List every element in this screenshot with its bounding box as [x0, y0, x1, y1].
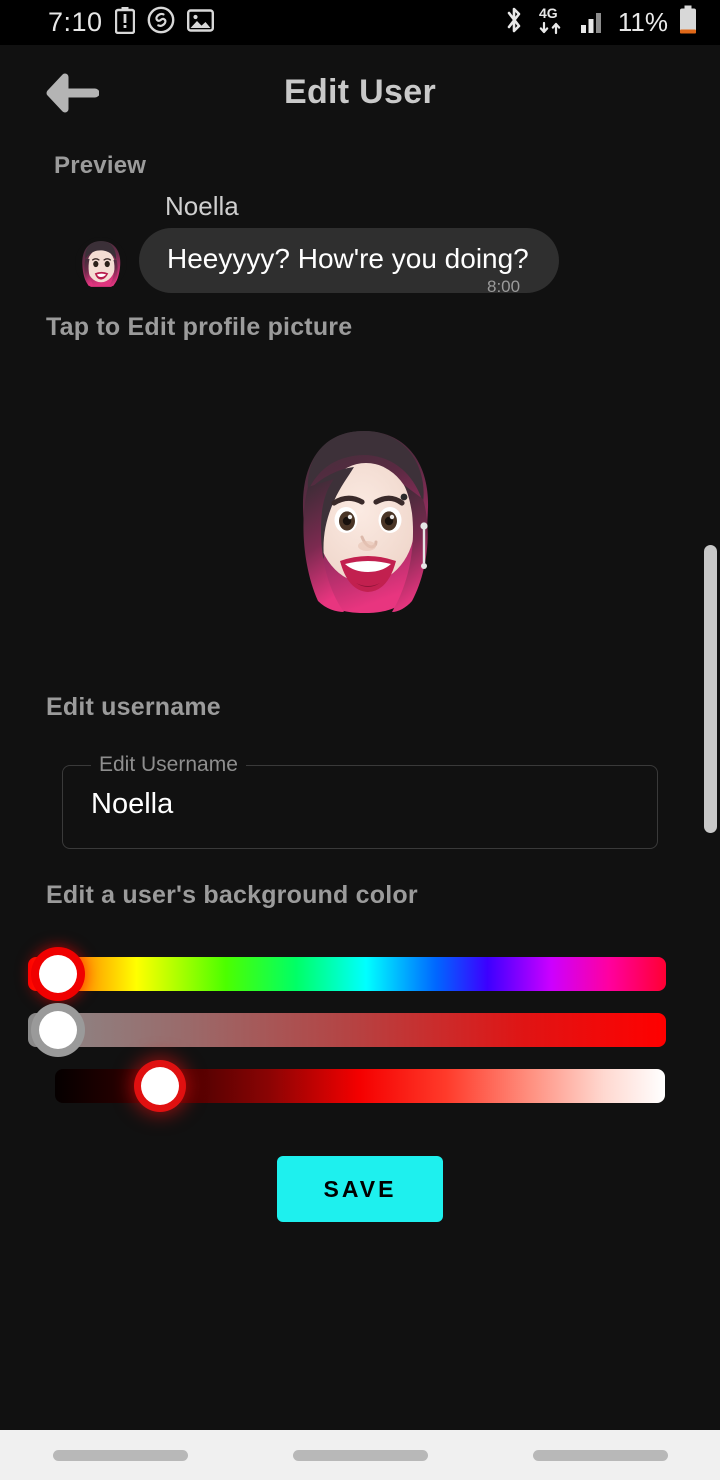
hue-slider-thumb[interactable] [39, 955, 77, 993]
shazam-icon [147, 6, 175, 39]
bluetooth-icon [502, 5, 526, 40]
preview-sender-name: Noella [165, 191, 239, 221]
username-field-value: Noella [91, 788, 174, 820]
edit-profile-picture-label: Tap to Edit profile picture [46, 313, 353, 341]
battery-percent-label: 11% [617, 7, 668, 37]
battery-alert-icon [114, 6, 135, 39]
username-input[interactable]: Edit Username Noella [62, 753, 658, 849]
save-button[interactable]: SAVE [277, 1156, 443, 1222]
svg-text:4G: 4G [539, 5, 558, 21]
preview-message-timestamp: 8:00 [487, 277, 521, 296]
status-bar-clock: 7:10 [48, 7, 103, 37]
vertical-scrollbar[interactable] [704, 545, 717, 833]
status-bar-right: 4G 11% [502, 4, 698, 41]
app-header: Edit User [0, 45, 720, 155]
edit-username-label: Edit username [46, 693, 221, 721]
username-field-label: Edit Username [91, 753, 246, 777]
saturation-slider[interactable] [28, 1011, 666, 1049]
mobile-data-4g-icon: 4G [536, 4, 570, 41]
status-bar: 7:10 4G 11% [0, 0, 720, 45]
lightness-slider-thumb[interactable] [141, 1067, 179, 1105]
battery-icon [678, 5, 698, 40]
avatar [75, 236, 127, 289]
saturation-slider-thumb[interactable] [39, 1011, 77, 1049]
signal-bars-icon [580, 6, 608, 39]
profile-picture-avatar[interactable] [282, 425, 447, 620]
gallery-image-icon [186, 7, 214, 39]
preview-section-label: Preview [54, 152, 147, 179]
system-navigation-bar [0, 1430, 720, 1480]
status-bar-left: 7:10 [48, 6, 214, 39]
hue-slider[interactable] [28, 955, 666, 993]
nav-recents-button[interactable] [52, 1449, 188, 1461]
edit-background-color-label: Edit a user's background color [46, 881, 418, 909]
nav-back-button[interactable] [532, 1449, 668, 1461]
edit-user-screen: 7:10 4G 11% Edit User Preview Noella Hee… [0, 0, 720, 1480]
page-title: Edit User [284, 73, 436, 111]
nav-home-button[interactable] [292, 1449, 428, 1461]
lightness-slider[interactable] [55, 1067, 665, 1105]
